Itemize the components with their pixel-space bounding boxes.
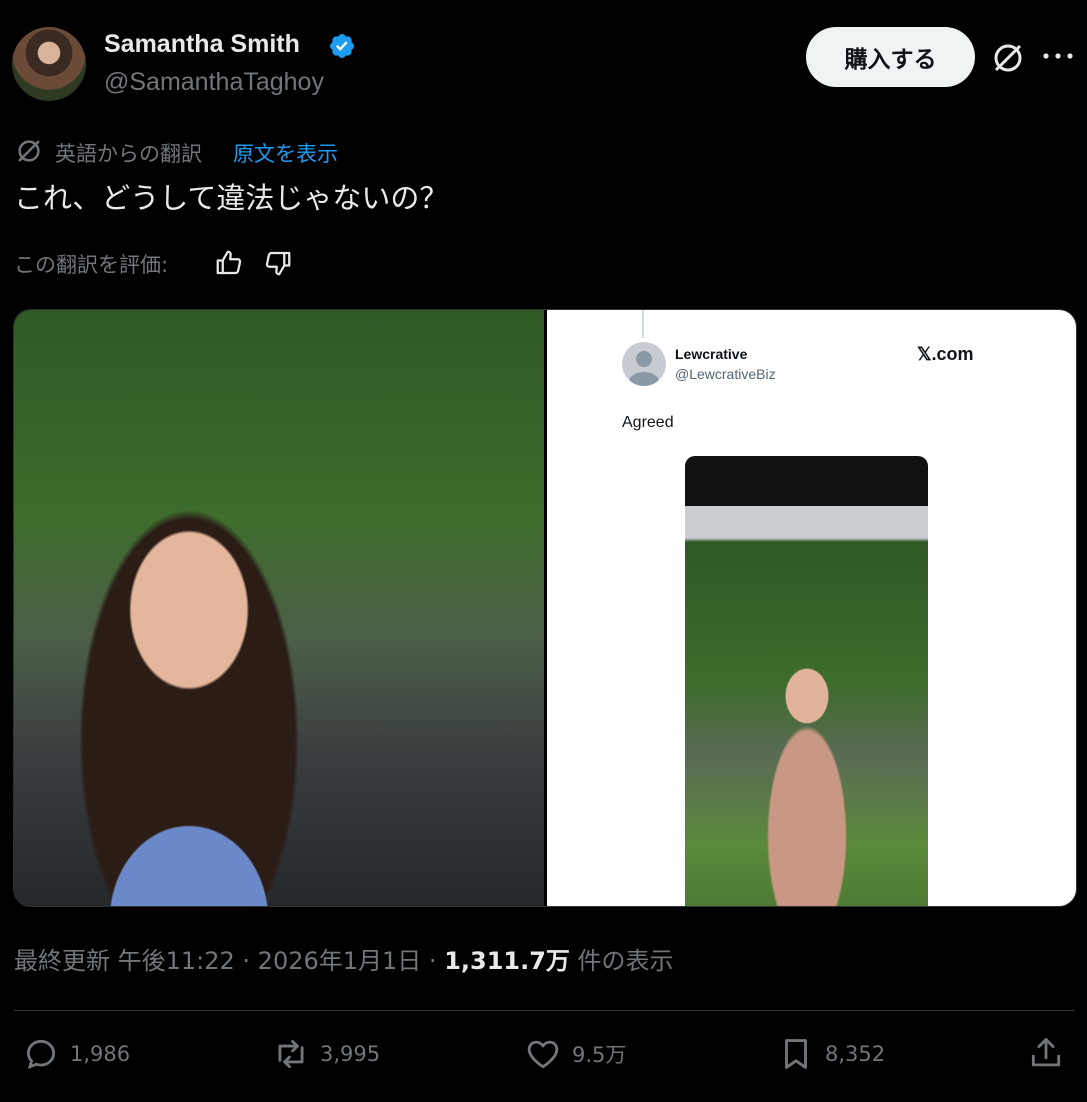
bookmark-button[interactable]: 8,352	[777, 1034, 885, 1074]
embed-thread-line	[642, 310, 644, 338]
reply-button[interactable]: 1,986	[22, 1034, 130, 1074]
repost-count: 3,995	[320, 1042, 381, 1066]
media-container[interactable]: Lewcrative @LewcrativeBiz 𝕏.com Agreed	[13, 309, 1077, 907]
repost-icon	[278, 1039, 304, 1069]
grok-icon[interactable]	[990, 40, 1026, 76]
like-count: 9.5万	[572, 1043, 627, 1067]
verified-badge-icon	[330, 34, 354, 58]
post-meta: 最終更新 午後11:22 · 2026年1月1日 · 1,311.7万 件の表示	[14, 941, 674, 976]
tweet-photo-left[interactable]	[14, 310, 544, 906]
reply-count: 1,986	[70, 1042, 131, 1066]
translation-label: 英語からの翻訳	[55, 142, 202, 166]
like-button[interactable]: 9.5万	[524, 1034, 626, 1074]
divider	[14, 1010, 1075, 1011]
author-avatar[interactable]	[12, 27, 86, 101]
more-icon[interactable]	[1040, 46, 1076, 66]
embed-author-handle: @LewcrativeBiz	[675, 366, 776, 382]
thumbs-up-icon[interactable]	[214, 248, 244, 278]
thumbs-down-icon[interactable]	[263, 248, 293, 278]
post-timestamp[interactable]: 最終更新 午後11:22 · 2026年1月1日 ·	[14, 947, 444, 975]
tweet-photo-right[interactable]: Lewcrative @LewcrativeBiz 𝕏.com Agreed	[547, 310, 1076, 906]
tweet-text: これ、どうして違法じゃないの？	[14, 181, 449, 215]
author-handle[interactable]: @SamanthaTaghoy	[104, 68, 324, 97]
views-count: 1,311.7万	[444, 947, 570, 975]
rate-translation-label: この翻訳を評価:	[14, 253, 169, 277]
embed-post-text: Agreed	[622, 414, 674, 431]
author-display-name[interactable]: Samantha Smith	[104, 30, 300, 59]
translate-icon	[18, 140, 40, 162]
embed-photo	[685, 506, 928, 906]
bookmark-count: 8,352	[825, 1042, 886, 1066]
buy-button[interactable]: 購入する	[806, 27, 975, 87]
like-icon	[527, 1040, 559, 1069]
embed-site-label: 𝕏.com	[917, 344, 974, 364]
embed-avatar	[622, 342, 666, 386]
show-original-link[interactable]: 原文を表示	[233, 138, 338, 168]
repost-button[interactable]: 3,995	[272, 1034, 380, 1074]
embed-author-name: Lewcrative	[675, 346, 748, 362]
views-suffix: 件の表示	[569, 947, 674, 975]
embed-phone-screenshot	[685, 456, 928, 906]
reply-icon	[26, 1039, 56, 1069]
bookmark-icon	[785, 1039, 807, 1069]
share-icon[interactable]	[1027, 1034, 1065, 1072]
